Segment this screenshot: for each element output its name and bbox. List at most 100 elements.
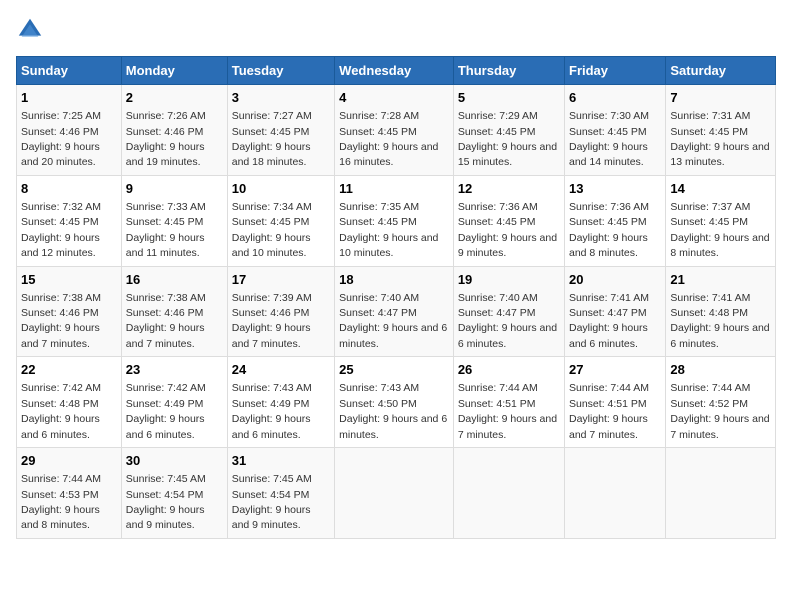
calendar-cell: 21 Sunrise: 7:41 AMSunset: 4:48 PMDaylig… <box>666 266 776 357</box>
day-info: Sunrise: 7:44 AMSunset: 4:53 PMDaylight:… <box>21 473 101 531</box>
calendar-cell: 6 Sunrise: 7:30 AMSunset: 4:45 PMDayligh… <box>565 85 666 176</box>
calendar-cell: 3 Sunrise: 7:27 AMSunset: 4:45 PMDayligh… <box>227 85 334 176</box>
header-row: SundayMondayTuesdayWednesdayThursdayFrid… <box>17 57 776 85</box>
day-info: Sunrise: 7:37 AMSunset: 4:45 PMDaylight:… <box>670 201 769 259</box>
col-header-saturday: Saturday <box>666 57 776 85</box>
day-number: 2 <box>126 89 223 107</box>
calendar-cell: 16 Sunrise: 7:38 AMSunset: 4:46 PMDaylig… <box>121 266 227 357</box>
day-number: 16 <box>126 271 223 289</box>
day-info: Sunrise: 7:34 AMSunset: 4:45 PMDaylight:… <box>232 201 312 259</box>
calendar-cell: 28 Sunrise: 7:44 AMSunset: 4:52 PMDaylig… <box>666 357 776 448</box>
calendar-cell <box>666 448 776 539</box>
day-info: Sunrise: 7:30 AMSunset: 4:45 PMDaylight:… <box>569 110 649 168</box>
calendar-cell: 17 Sunrise: 7:39 AMSunset: 4:46 PMDaylig… <box>227 266 334 357</box>
day-info: Sunrise: 7:42 AMSunset: 4:49 PMDaylight:… <box>126 382 206 440</box>
day-info: Sunrise: 7:28 AMSunset: 4:45 PMDaylight:… <box>339 110 438 168</box>
calendar-cell: 4 Sunrise: 7:28 AMSunset: 4:45 PMDayligh… <box>335 85 454 176</box>
day-number: 29 <box>21 452 117 470</box>
calendar-cell: 23 Sunrise: 7:42 AMSunset: 4:49 PMDaylig… <box>121 357 227 448</box>
calendar-cell: 11 Sunrise: 7:35 AMSunset: 4:45 PMDaylig… <box>335 175 454 266</box>
day-info: Sunrise: 7:40 AMSunset: 4:47 PMDaylight:… <box>339 292 447 350</box>
day-info: Sunrise: 7:35 AMSunset: 4:45 PMDaylight:… <box>339 201 438 259</box>
day-number: 6 <box>569 89 661 107</box>
calendar-cell: 15 Sunrise: 7:38 AMSunset: 4:46 PMDaylig… <box>17 266 122 357</box>
day-info: Sunrise: 7:33 AMSunset: 4:45 PMDaylight:… <box>126 201 206 259</box>
day-number: 10 <box>232 180 330 198</box>
day-info: Sunrise: 7:44 AMSunset: 4:51 PMDaylight:… <box>458 382 557 440</box>
week-row: 29 Sunrise: 7:44 AMSunset: 4:53 PMDaylig… <box>17 448 776 539</box>
col-header-sunday: Sunday <box>17 57 122 85</box>
logo <box>16 16 48 44</box>
col-header-wednesday: Wednesday <box>335 57 454 85</box>
day-info: Sunrise: 7:44 AMSunset: 4:52 PMDaylight:… <box>670 382 769 440</box>
day-info: Sunrise: 7:45 AMSunset: 4:54 PMDaylight:… <box>232 473 312 531</box>
calendar-cell: 25 Sunrise: 7:43 AMSunset: 4:50 PMDaylig… <box>335 357 454 448</box>
calendar-cell: 26 Sunrise: 7:44 AMSunset: 4:51 PMDaylig… <box>453 357 564 448</box>
calendar-cell: 10 Sunrise: 7:34 AMSunset: 4:45 PMDaylig… <box>227 175 334 266</box>
day-info: Sunrise: 7:36 AMSunset: 4:45 PMDaylight:… <box>458 201 557 259</box>
calendar-cell: 2 Sunrise: 7:26 AMSunset: 4:46 PMDayligh… <box>121 85 227 176</box>
col-header-tuesday: Tuesday <box>227 57 334 85</box>
calendar-cell: 1 Sunrise: 7:25 AMSunset: 4:46 PMDayligh… <box>17 85 122 176</box>
day-info: Sunrise: 7:31 AMSunset: 4:45 PMDaylight:… <box>670 110 769 168</box>
day-info: Sunrise: 7:38 AMSunset: 4:46 PMDaylight:… <box>21 292 101 350</box>
calendar-cell: 19 Sunrise: 7:40 AMSunset: 4:47 PMDaylig… <box>453 266 564 357</box>
day-number: 3 <box>232 89 330 107</box>
day-info: Sunrise: 7:39 AMSunset: 4:46 PMDaylight:… <box>232 292 312 350</box>
calendar-cell: 31 Sunrise: 7:45 AMSunset: 4:54 PMDaylig… <box>227 448 334 539</box>
calendar-cell <box>453 448 564 539</box>
day-info: Sunrise: 7:32 AMSunset: 4:45 PMDaylight:… <box>21 201 101 259</box>
day-number: 15 <box>21 271 117 289</box>
day-number: 13 <box>569 180 661 198</box>
logo-icon <box>16 16 44 44</box>
day-number: 19 <box>458 271 560 289</box>
calendar-cell: 5 Sunrise: 7:29 AMSunset: 4:45 PMDayligh… <box>453 85 564 176</box>
day-number: 25 <box>339 361 449 379</box>
day-info: Sunrise: 7:27 AMSunset: 4:45 PMDaylight:… <box>232 110 312 168</box>
calendar-cell: 13 Sunrise: 7:36 AMSunset: 4:45 PMDaylig… <box>565 175 666 266</box>
day-info: Sunrise: 7:26 AMSunset: 4:46 PMDaylight:… <box>126 110 206 168</box>
day-info: Sunrise: 7:41 AMSunset: 4:47 PMDaylight:… <box>569 292 649 350</box>
day-number: 21 <box>670 271 771 289</box>
day-info: Sunrise: 7:44 AMSunset: 4:51 PMDaylight:… <box>569 382 649 440</box>
calendar-cell: 18 Sunrise: 7:40 AMSunset: 4:47 PMDaylig… <box>335 266 454 357</box>
day-number: 12 <box>458 180 560 198</box>
day-number: 22 <box>21 361 117 379</box>
day-info: Sunrise: 7:40 AMSunset: 4:47 PMDaylight:… <box>458 292 557 350</box>
day-number: 1 <box>21 89 117 107</box>
calendar-cell: 8 Sunrise: 7:32 AMSunset: 4:45 PMDayligh… <box>17 175 122 266</box>
week-row: 1 Sunrise: 7:25 AMSunset: 4:46 PMDayligh… <box>17 85 776 176</box>
day-number: 18 <box>339 271 449 289</box>
week-row: 8 Sunrise: 7:32 AMSunset: 4:45 PMDayligh… <box>17 175 776 266</box>
calendar-cell: 30 Sunrise: 7:45 AMSunset: 4:54 PMDaylig… <box>121 448 227 539</box>
day-number: 23 <box>126 361 223 379</box>
col-header-monday: Monday <box>121 57 227 85</box>
day-info: Sunrise: 7:38 AMSunset: 4:46 PMDaylight:… <box>126 292 206 350</box>
day-info: Sunrise: 7:41 AMSunset: 4:48 PMDaylight:… <box>670 292 769 350</box>
day-number: 9 <box>126 180 223 198</box>
day-number: 4 <box>339 89 449 107</box>
day-number: 30 <box>126 452 223 470</box>
calendar-cell: 29 Sunrise: 7:44 AMSunset: 4:53 PMDaylig… <box>17 448 122 539</box>
calendar-cell: 27 Sunrise: 7:44 AMSunset: 4:51 PMDaylig… <box>565 357 666 448</box>
day-info: Sunrise: 7:45 AMSunset: 4:54 PMDaylight:… <box>126 473 206 531</box>
day-number: 31 <box>232 452 330 470</box>
calendar-cell: 22 Sunrise: 7:42 AMSunset: 4:48 PMDaylig… <box>17 357 122 448</box>
day-number: 27 <box>569 361 661 379</box>
day-number: 20 <box>569 271 661 289</box>
day-number: 7 <box>670 89 771 107</box>
calendar-cell: 7 Sunrise: 7:31 AMSunset: 4:45 PMDayligh… <box>666 85 776 176</box>
day-number: 14 <box>670 180 771 198</box>
day-number: 24 <box>232 361 330 379</box>
day-number: 5 <box>458 89 560 107</box>
calendar-cell: 12 Sunrise: 7:36 AMSunset: 4:45 PMDaylig… <box>453 175 564 266</box>
calendar-cell: 24 Sunrise: 7:43 AMSunset: 4:49 PMDaylig… <box>227 357 334 448</box>
day-number: 8 <box>21 180 117 198</box>
col-header-friday: Friday <box>565 57 666 85</box>
day-info: Sunrise: 7:43 AMSunset: 4:49 PMDaylight:… <box>232 382 312 440</box>
calendar-cell <box>565 448 666 539</box>
day-number: 17 <box>232 271 330 289</box>
day-info: Sunrise: 7:25 AMSunset: 4:46 PMDaylight:… <box>21 110 101 168</box>
day-info: Sunrise: 7:42 AMSunset: 4:48 PMDaylight:… <box>21 382 101 440</box>
calendar-cell: 9 Sunrise: 7:33 AMSunset: 4:45 PMDayligh… <box>121 175 227 266</box>
